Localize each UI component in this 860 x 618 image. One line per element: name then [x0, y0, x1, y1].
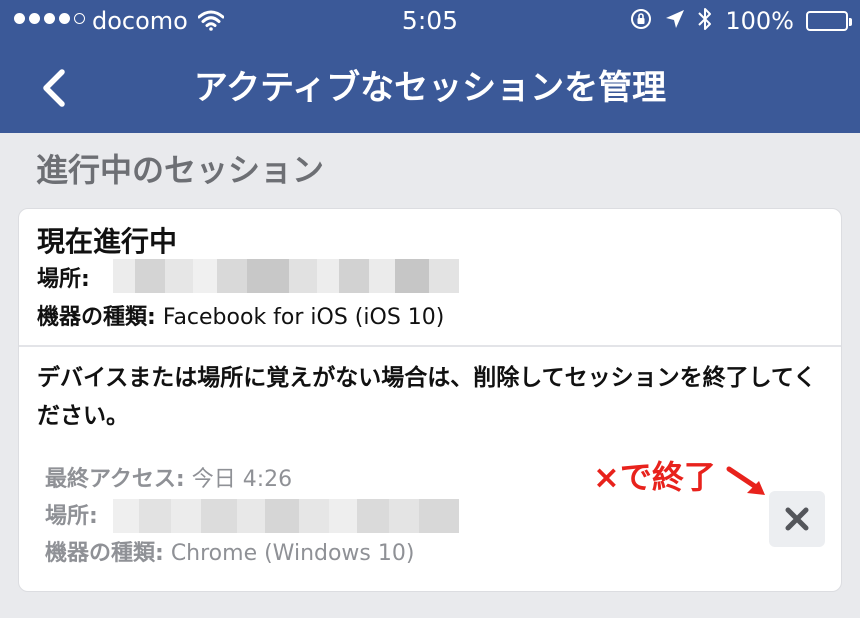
battery-percent: 100%: [725, 7, 794, 35]
current-device-row: 機器の種類: Facebook for iOS (iOS 10): [37, 303, 444, 333]
redacted-location: [113, 499, 459, 533]
device-value: Facebook for iOS (iOS 10): [162, 305, 445, 330]
session-notice: デバイスまたは場所に覚えがない場合は、削除してセッションを終了してください。: [37, 365, 817, 429]
page-title: アクティブなセッションを管理: [193, 68, 667, 108]
bluetooth-icon: [697, 6, 713, 36]
location-arrow-icon: [665, 9, 685, 33]
sessions-card: 現在進行中 場所: 機器の種類: Facebook for iOS (iOS 1…: [18, 208, 842, 592]
last-access-label: 最終アクセス:: [45, 467, 185, 492]
section-title: 進行中のセッション: [36, 151, 325, 189]
orientation-lock-icon: [629, 7, 653, 35]
device-label: 機器の種類:: [45, 541, 164, 566]
device-label: 機器の種類:: [37, 305, 156, 330]
other-location-row: 場所:: [45, 502, 98, 532]
close-icon: [785, 507, 809, 531]
device-value: Chrome (Windows 10): [170, 541, 415, 566]
annotation-label: ×で終了: [593, 458, 716, 496]
location-label: 場所:: [45, 504, 98, 529]
end-session-button[interactable]: [769, 491, 825, 547]
other-device-row: 機器の種類: Chrome (Windows 10): [45, 539, 414, 569]
status-bar: docomo 5:05 100%: [0, 0, 860, 44]
redacted-location: [113, 259, 459, 293]
location-label: 場所:: [37, 267, 90, 292]
divider: [19, 345, 841, 347]
current-location-row: 場所:: [37, 265, 90, 295]
battery-icon: [806, 11, 852, 31]
last-access-value: 今日 4:26: [191, 467, 293, 492]
app-header: docomo 5:05 100% アクティブなセッションを管理: [0, 0, 860, 133]
last-access-row: 最終アクセス: 今日 4:26: [45, 465, 292, 495]
annotation-arrow-icon: [725, 465, 771, 503]
current-session-heading: 現在進行中: [37, 225, 178, 258]
